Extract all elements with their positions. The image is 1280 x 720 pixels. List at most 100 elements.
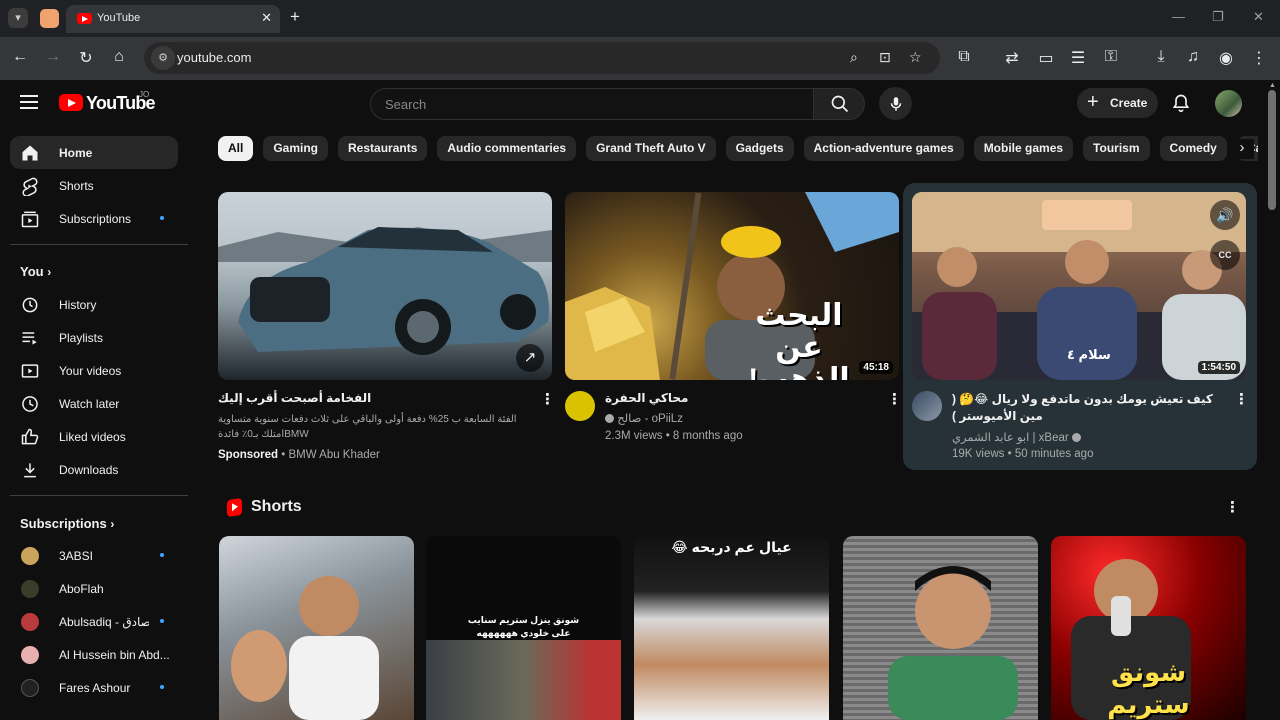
- sidebar-item-home[interactable]: Home: [10, 136, 178, 169]
- sidebar-item-subscriptions[interactable]: Subscriptions: [10, 202, 178, 235]
- sidebar-item-downloads[interactable]: Downloads: [10, 453, 178, 486]
- shorts-more-options-icon[interactable]: ⋮: [1225, 498, 1240, 516]
- downloads-browser-icon[interactable]: ⤓: [1150, 48, 1172, 66]
- menu-hamburger-icon[interactable]: [20, 95, 38, 109]
- chip-action-adventure[interactable]: Action-adventure games: [803, 136, 964, 161]
- video-title[interactable]: محاكي الحفرة: [605, 391, 885, 405]
- chip-restaurants[interactable]: Restaurants: [338, 136, 428, 161]
- sidebar-item-label: Watch later: [59, 397, 120, 411]
- more-options-icon[interactable]: ⋮: [540, 390, 555, 408]
- sidebar-item-liked-videos[interactable]: Liked videos: [10, 420, 178, 453]
- sidebar-subscription-al-hussein[interactable]: Al Hussein bin Abd...: [10, 638, 178, 671]
- url-text[interactable]: youtube.com: [177, 50, 251, 65]
- short-card[interactable]: [219, 536, 414, 720]
- reload-icon[interactable]: ↻: [75, 48, 97, 68]
- short-card[interactable]: شونق ستريم سنايب!!: [1051, 536, 1246, 720]
- sidebar-item-label: Abulsadiq - أبو الصادق: [59, 615, 149, 629]
- sidebar-item-label: Playlists: [59, 331, 104, 345]
- video-thumbnail[interactable]: ↗: [218, 192, 552, 380]
- sidebar-item-shorts[interactable]: Shorts: [10, 169, 178, 202]
- chip-gta-v[interactable]: Grand Theft Auto V: [586, 136, 716, 161]
- profile-avatar-icon[interactable]: ◉: [1215, 48, 1237, 68]
- video-card[interactable]: البحث عن الذهب! 45:18 محاكي الحفرة صالح …: [565, 192, 902, 442]
- new-tab-icon[interactable]: +: [290, 7, 300, 27]
- chevron-right-icon: ›: [110, 517, 115, 531]
- sidebar-subscription-abulsadiq[interactable]: Abulsadiq - أبو الصادق: [10, 605, 178, 638]
- passwords-key-icon[interactable]: ⚿: [1100, 48, 1122, 66]
- browser-menu-icon[interactable]: ⋮: [1248, 48, 1270, 68]
- short-card[interactable]: شونق ينزل ستريم سنايب على خلودي ههههههه: [426, 536, 621, 720]
- browser-profile-icon[interactable]: [40, 9, 59, 28]
- you-heading[interactable]: You ›: [20, 264, 51, 279]
- extensions-icon[interactable]: ⧉: [953, 48, 975, 66]
- chip-gaming[interactable]: Gaming: [263, 136, 329, 161]
- short-thumbnail-art: [231, 576, 379, 720]
- sidebar-subscription-3absi[interactable]: 3ABSI: [10, 539, 178, 572]
- external-link-arrow-icon[interactable]: ↗: [516, 344, 544, 372]
- shorts-logo-icon: [227, 497, 242, 518]
- create-button[interactable]: + Create: [1077, 88, 1158, 118]
- media-control-icon[interactable]: ♫: [1182, 48, 1204, 66]
- video-thumbnail[interactable]: البحث عن الذهب! 45:18: [565, 192, 899, 380]
- back-icon[interactable]: ←: [9, 48, 31, 66]
- chip-all[interactable]: All: [218, 136, 254, 161]
- video-card-ad[interactable]: ↗ الفخامة أصبحت أقرب إليك الفئة السابعة …: [218, 192, 555, 461]
- window-close-icon[interactable]: ✕: [1253, 9, 1264, 25]
- forward-icon[interactable]: →: [42, 48, 64, 66]
- verified-badge-icon: [1071, 433, 1081, 443]
- minimize-icon[interactable]: —: [1172, 9, 1185, 24]
- tab-close-icon[interactable]: ✕: [261, 10, 272, 26]
- bookmark-star-icon[interactable]: ☆: [909, 49, 922, 66]
- advertiser-name[interactable]: • BMW Abu Khader: [281, 449, 380, 461]
- short-card[interactable]: [843, 536, 1038, 720]
- channel-avatar: [21, 613, 39, 631]
- closed-captions-icon[interactable]: CC: [1210, 240, 1240, 270]
- subscriptions-heading[interactable]: Subscriptions ›: [20, 516, 114, 531]
- search-button[interactable]: [813, 88, 865, 120]
- channel-name[interactable]: ابو عابد الشمري | xBear: [952, 430, 1081, 444]
- reading-list-icon[interactable]: ☰: [1067, 48, 1089, 68]
- video-card[interactable]: سلام ٤ 🔊 CC 1:54:50 كيف تعيش يومك بدون م…: [912, 192, 1249, 460]
- account-avatar[interactable]: [1215, 90, 1242, 117]
- more-options-icon[interactable]: ⋮: [887, 390, 902, 408]
- browser-tab[interactable]: YouTube ✕: [66, 5, 280, 33]
- chip-comedy[interactable]: Comedy: [1159, 136, 1227, 161]
- address-bar[interactable]: ⚙ youtube.com ⌕ ⊡ ☆: [144, 42, 940, 74]
- channel-name[interactable]: صالح - oPiiLz: [605, 411, 683, 425]
- scroll-up-arrow-icon[interactable]: ▲: [1269, 82, 1276, 89]
- short-card[interactable]: عيال عم دربحه 😂: [634, 536, 829, 720]
- mute-speaker-icon[interactable]: 🔊: [1210, 200, 1240, 230]
- video-title[interactable]: كيف تعيش يومك بدون ماتدفع ولا ريال 😂🤔 ( …: [952, 391, 1234, 425]
- sidebar-item-history[interactable]: History: [10, 288, 178, 321]
- more-options-icon[interactable]: ⋮: [1234, 390, 1249, 408]
- cast-icon[interactable]: ▭: [1035, 48, 1057, 68]
- translate-icon[interactable]: ⇄: [1001, 48, 1023, 68]
- sidebar-item-label: Your videos: [59, 364, 122, 378]
- chip-mobile-games[interactable]: Mobile games: [973, 136, 1074, 161]
- downloads-icon: [24, 463, 36, 478]
- notifications-bell-icon[interactable]: [1171, 93, 1191, 118]
- chip-audio-commentaries[interactable]: Audio commentaries: [437, 136, 577, 161]
- zoom-icon[interactable]: ⌕: [850, 49, 858, 66]
- search-input[interactable]: [385, 97, 785, 112]
- channel-avatar[interactable]: [565, 391, 595, 421]
- page-scrollbar[interactable]: [1268, 90, 1276, 210]
- maximize-icon[interactable]: ❐: [1212, 9, 1224, 25]
- channel-avatar[interactable]: [912, 391, 942, 421]
- voice-search-button[interactable]: [879, 87, 912, 120]
- search-box[interactable]: [370, 88, 814, 120]
- install-app-icon[interactable]: ⊡: [879, 49, 891, 66]
- sidebar-subscription-aboflah[interactable]: AboFlah: [10, 572, 178, 605]
- chips-next-chevron-icon[interactable]: ›: [1230, 139, 1254, 159]
- video-thumbnail[interactable]: سلام ٤ 🔊 CC 1:54:50: [912, 192, 1246, 380]
- home-browser-icon[interactable]: ⌂: [108, 48, 130, 66]
- chip-tourism[interactable]: Tourism: [1083, 136, 1150, 161]
- sidebar-item-watch-later[interactable]: Watch later: [10, 387, 178, 420]
- sidebar-item-your-videos[interactable]: Your videos: [10, 354, 178, 387]
- site-info-icon[interactable]: ⚙: [151, 46, 175, 70]
- tab-search-dropdown-icon[interactable]: ▾: [8, 8, 28, 28]
- video-title[interactable]: الفخامة أصبحت أقرب إليك: [218, 391, 518, 405]
- chip-gadgets[interactable]: Gadgets: [725, 136, 794, 161]
- sidebar-subscription-fares-ashour[interactable]: Fares Ashour: [10, 671, 178, 704]
- sidebar-item-playlists[interactable]: Playlists: [10, 321, 178, 354]
